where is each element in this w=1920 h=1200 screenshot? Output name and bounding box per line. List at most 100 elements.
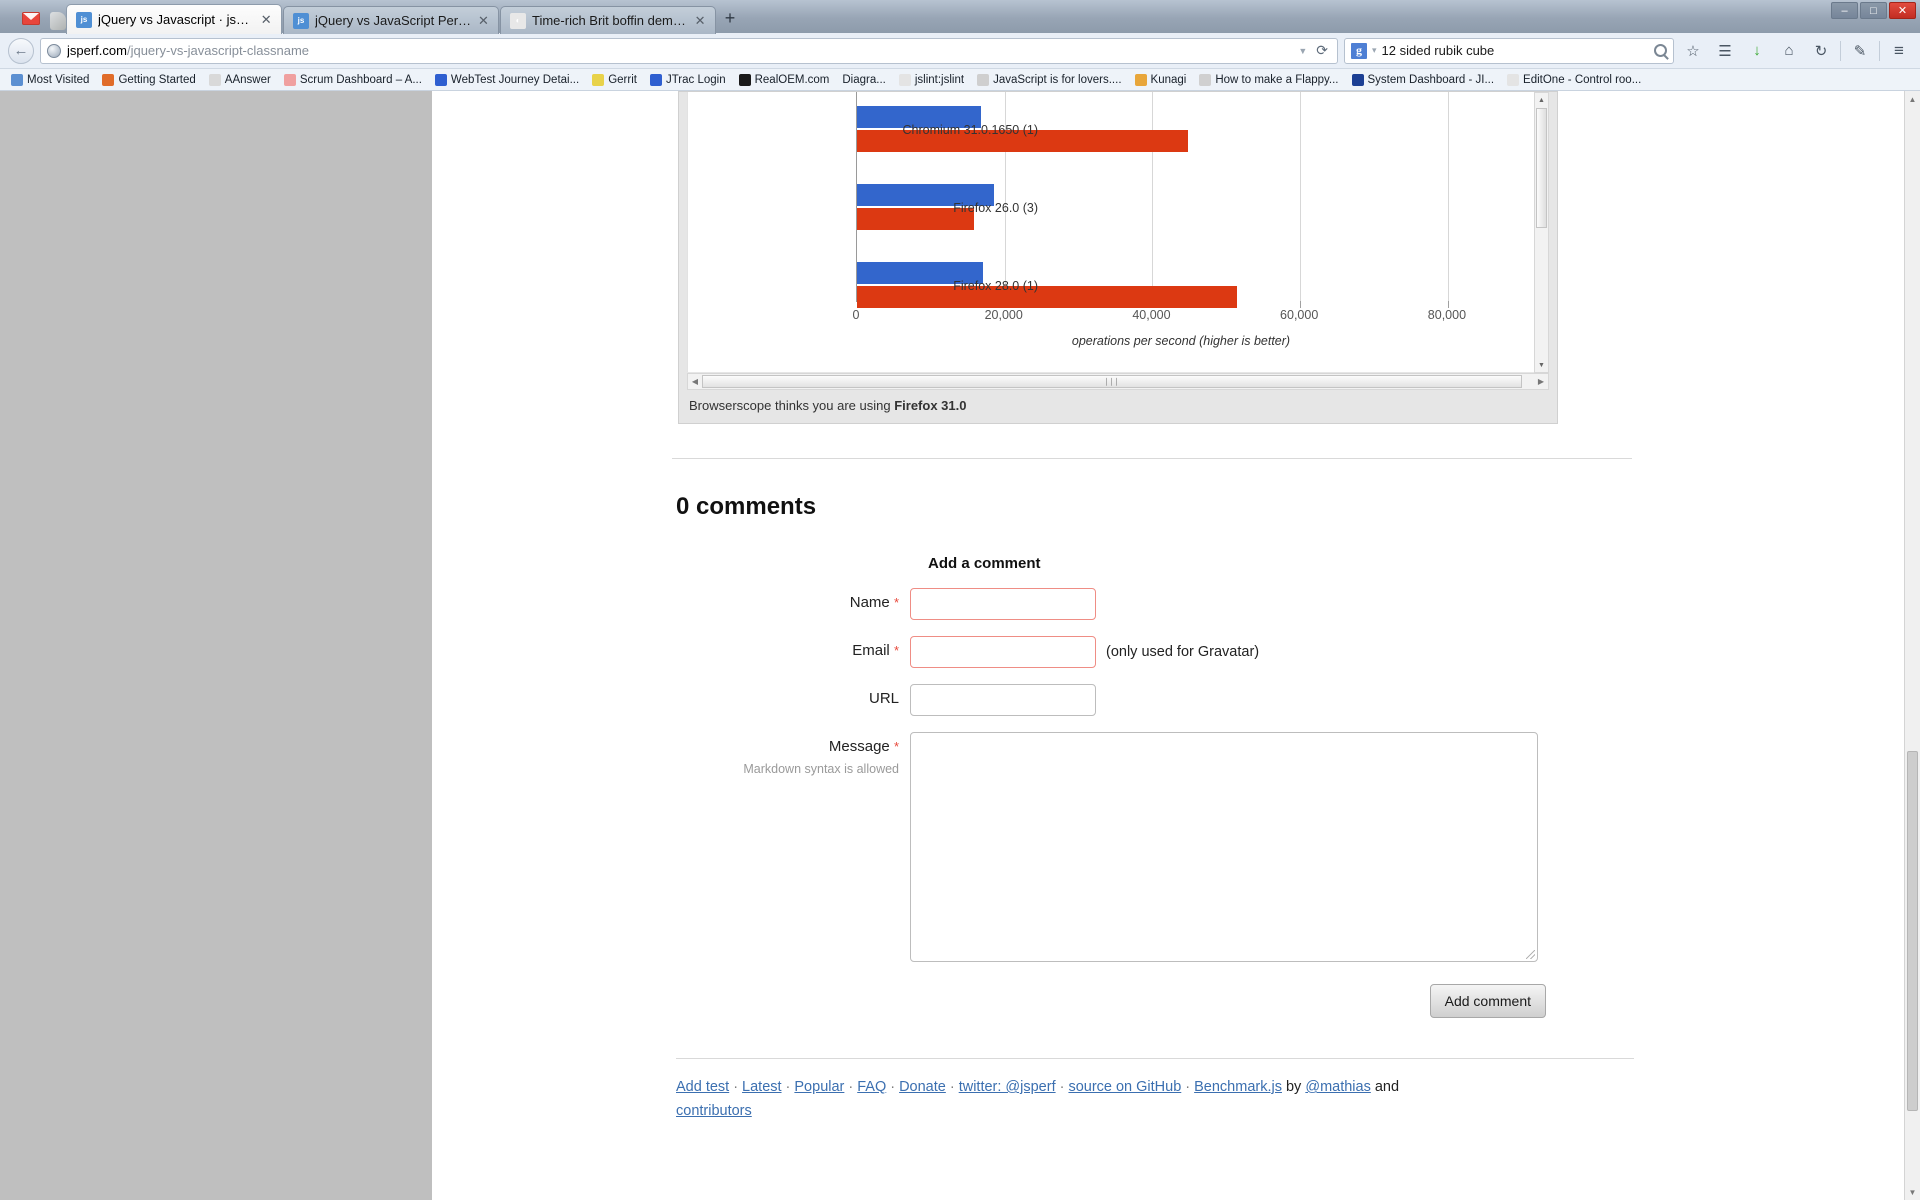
minimize-button[interactable]: – bbox=[1831, 2, 1858, 19]
sync-icon[interactable]: ↻ bbox=[1808, 38, 1834, 64]
bookmark-star-icon[interactable]: ☆ bbox=[1680, 38, 1706, 64]
footer-link[interactable]: Donate bbox=[899, 1079, 946, 1095]
footer-link[interactable]: Benchmark.js bbox=[1194, 1079, 1282, 1095]
bookmark-label: jslint:jslint bbox=[914, 73, 965, 86]
email-hint: (only used for Gravatar) bbox=[1106, 644, 1260, 660]
close-window-button[interactable]: ✕ bbox=[1889, 2, 1916, 19]
chart-x-tick-label: 0 bbox=[852, 308, 860, 322]
jsperf-favicon-icon: js bbox=[76, 11, 92, 28]
scroll-down-arrow-icon[interactable]: ▼ bbox=[1535, 358, 1548, 372]
bookmark-label: Gerrit bbox=[608, 73, 637, 86]
scroll-left-arrow-icon[interactable]: ◀ bbox=[688, 374, 702, 389]
footer-link[interactable]: Add test bbox=[676, 1079, 729, 1095]
downloads-icon[interactable]: ↓ bbox=[1744, 38, 1770, 64]
chart-horizontal-scrollbar[interactable]: ◀ ∣∣∣ ▶ bbox=[687, 373, 1549, 390]
chart-bar bbox=[857, 286, 1238, 308]
bookmark-item[interactable]: Getting Started bbox=[97, 73, 200, 87]
bookmark-item[interactable]: Gerrit bbox=[587, 73, 642, 87]
name-input[interactable] bbox=[910, 588, 1096, 620]
bookmark-item[interactable]: JTrac Login bbox=[645, 73, 731, 87]
search-icon[interactable] bbox=[1654, 44, 1667, 57]
address-dropdown-icon[interactable]: ▼ bbox=[1298, 46, 1307, 56]
browser-tab-3-title: Time-rich Brit boffin demo... bbox=[532, 13, 689, 28]
bookmark-item[interactable]: EditOne - Control roo... bbox=[1502, 73, 1646, 87]
page-scrollbar[interactable]: ▲ ▼ bbox=[1904, 91, 1920, 1200]
chart-x-tick-label: 80,000 bbox=[1427, 308, 1467, 322]
footer-contributors-link[interactable]: contributors bbox=[676, 1103, 752, 1119]
footer-link[interactable]: twitter: @jsperf bbox=[959, 1079, 1056, 1095]
chart-x-tick-label: 20,000 bbox=[984, 308, 1023, 322]
browser-window: js jQuery vs Javascript · jsPerf ✕ js jQ… bbox=[0, 0, 1920, 1200]
footer-divider bbox=[676, 1058, 1634, 1059]
menu-icon[interactable]: ≡ bbox=[1886, 38, 1912, 64]
bookmarks-bar: Most Visited Getting Started AAnswer Scrum … bbox=[0, 69, 1920, 91]
footer-link[interactable]: source on GitHub bbox=[1068, 1079, 1181, 1095]
bookmark-favicon-icon bbox=[649, 73, 662, 86]
bookmark-item[interactable]: JavaScript is for lovers.... bbox=[972, 73, 1126, 87]
footer-link[interactable]: FAQ bbox=[857, 1079, 886, 1095]
bookmark-item[interactable]: Diagra... bbox=[837, 73, 890, 87]
footer-link[interactable]: Latest bbox=[742, 1079, 782, 1095]
message-textarea[interactable] bbox=[910, 732, 1538, 962]
chart-gridline bbox=[1152, 92, 1154, 302]
home-icon[interactable]: ⌂ bbox=[1776, 38, 1802, 64]
maximize-button[interactable]: □ bbox=[1860, 2, 1887, 19]
bookmark-item[interactable]: System Dashboard - JI... bbox=[1347, 73, 1500, 87]
footer-separator: · bbox=[1059, 1079, 1065, 1095]
url-domain: jsperf.com bbox=[67, 43, 127, 58]
page-scroll-up-icon[interactable]: ▲ bbox=[1905, 91, 1920, 107]
toolbar-divider bbox=[1879, 40, 1880, 61]
bookmark-item[interactable]: Scrum Dashboard – A... bbox=[279, 73, 427, 87]
reload-icon[interactable]: ⟳ bbox=[1313, 42, 1331, 59]
bookmark-item[interactable]: AAnswer bbox=[204, 73, 276, 87]
chart-category-label: Chromium 31.0.1650 (1) bbox=[902, 123, 1038, 137]
name-label: Name * bbox=[672, 588, 910, 618]
google-search-engine-icon[interactable]: g bbox=[1351, 42, 1367, 59]
chart-vscroll-thumb[interactable] bbox=[1536, 108, 1547, 228]
bookmark-item[interactable]: Most Visited bbox=[6, 73, 94, 87]
browser-tab-3[interactable]: ◐ Time-rich Brit boffin demo... ✕ bbox=[500, 6, 716, 34]
chart-hscroll-thumb[interactable]: ∣∣∣ bbox=[702, 375, 1522, 388]
required-marker: * bbox=[893, 595, 899, 610]
bookmark-favicon-icon bbox=[102, 73, 115, 86]
footer-link[interactable]: Popular bbox=[794, 1079, 844, 1095]
bookmark-item[interactable]: jslint:jslint bbox=[894, 73, 969, 87]
page-scroll-thumb[interactable] bbox=[1907, 751, 1918, 1111]
pocket-icon[interactable]: ✎ bbox=[1847, 38, 1873, 64]
bookmark-favicon-icon bbox=[738, 73, 751, 86]
bookmark-item[interactable]: Kunagi bbox=[1130, 73, 1192, 87]
close-tab-1-icon[interactable]: ✕ bbox=[259, 12, 273, 28]
footer-author-link[interactable]: @mathias bbox=[1305, 1079, 1371, 1095]
form-row-url: URL bbox=[672, 684, 1680, 716]
new-tab-button[interactable]: + bbox=[717, 5, 743, 31]
comment-form-legend: Add a comment bbox=[928, 555, 1041, 572]
browser-tab-1[interactable]: js jQuery vs Javascript · jsPerf ✕ bbox=[66, 4, 282, 34]
url-input[interactable] bbox=[910, 684, 1096, 716]
add-comment-button[interactable]: Add comment bbox=[1429, 984, 1546, 1018]
bookmark-label: AAnswer bbox=[224, 73, 271, 86]
close-tab-3-icon[interactable]: ✕ bbox=[693, 13, 707, 29]
chart-x-tick-label: 40,000 bbox=[1132, 308, 1171, 322]
thunderbird-icon[interactable] bbox=[18, 6, 44, 30]
url-label-text: URL bbox=[868, 690, 899, 707]
search-engine-dropdown-icon[interactable]: ▾ bbox=[1372, 45, 1377, 56]
back-button[interactable]: ← bbox=[8, 37, 34, 64]
bookmark-favicon-icon bbox=[592, 73, 605, 86]
bookmark-item[interactable]: RealOEM.com bbox=[734, 73, 835, 87]
bookmark-item[interactable]: How to make a Flappy... bbox=[1194, 73, 1343, 87]
jsperf-favicon-icon: js bbox=[293, 12, 309, 29]
search-bar[interactable]: g ▾ 12 sided rubik cube bbox=[1344, 37, 1674, 64]
reading-list-icon[interactable]: ☰ bbox=[1712, 38, 1738, 64]
email-input[interactable] bbox=[910, 636, 1096, 668]
footer-separator: · bbox=[890, 1079, 896, 1095]
scroll-right-arrow-icon[interactable]: ▶ bbox=[1534, 374, 1548, 389]
search-input[interactable]: 12 sided rubik cube bbox=[1382, 43, 1649, 58]
close-tab-2-icon[interactable]: ✕ bbox=[477, 13, 490, 29]
address-bar[interactable]: jsperf.com/jquery-vs-javascript-classnam… bbox=[40, 37, 1338, 64]
section-divider bbox=[672, 458, 1632, 459]
bookmark-item[interactable]: WebTest Journey Detai... bbox=[430, 73, 584, 87]
chart-vertical-scrollbar[interactable]: ▲ ▼ bbox=[1534, 92, 1549, 373]
scroll-up-arrow-icon[interactable]: ▲ bbox=[1535, 93, 1548, 107]
browser-tab-2[interactable]: js jQuery vs JavaScript Perfor... ✕ bbox=[283, 6, 499, 34]
page-scroll-down-icon[interactable]: ▼ bbox=[1905, 1184, 1920, 1200]
